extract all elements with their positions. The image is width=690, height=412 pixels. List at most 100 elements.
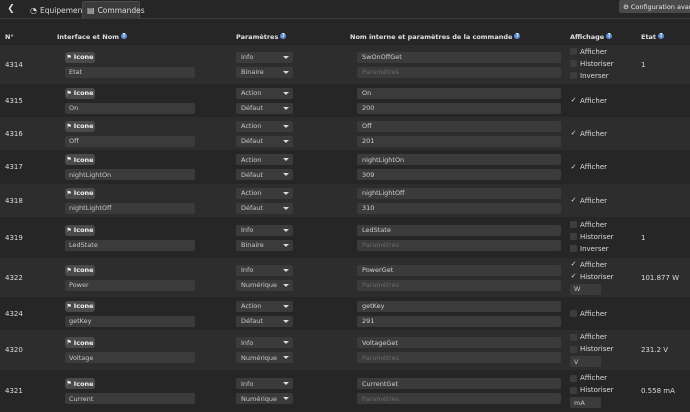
checkbox[interactable] [570, 72, 577, 79]
command-name-input[interactable]: nightLightOff [65, 202, 195, 214]
help-icon[interactable]: ? [658, 33, 665, 39]
type-select[interactable]: Action [236, 154, 293, 165]
subtype-select[interactable]: Binaire [236, 239, 293, 251]
logical-id-input[interactable]: SwOnOffGet [357, 51, 561, 63]
logical-id-input[interactable]: nightLightOn [357, 154, 561, 165]
logical-id-input[interactable]: VoltageGet [357, 337, 561, 348]
back-arrow-icon[interactable]: ❮ [6, 4, 16, 14]
checkbox[interactable] [570, 60, 577, 67]
checkbox[interactable] [570, 386, 577, 394]
type-select[interactable]: Info [236, 264, 293, 276]
unit-input[interactable]: mA [570, 397, 601, 408]
command-name-input[interactable]: Off [65, 135, 195, 147]
afficher-checkbox[interactable]: ✓ Afficher [570, 260, 607, 270]
afficher-checkbox[interactable]: Afficher [570, 220, 607, 230]
command-name-input[interactable]: Power [65, 279, 195, 291]
icon-button[interactable]: ⚑ Icone [65, 300, 95, 312]
inverser-checkbox[interactable]: Inverser [570, 71, 609, 81]
icon-button[interactable]: ⚑ Icone [65, 337, 95, 348]
checkbox[interactable] [570, 221, 577, 228]
icon-button[interactable]: ⚑ Icone [65, 264, 95, 276]
unit-input[interactable]: W [570, 283, 601, 295]
checkbox[interactable] [570, 310, 577, 317]
subtype-select[interactable]: Défaut [236, 135, 293, 147]
subtype-select[interactable]: Numérique [236, 393, 293, 404]
command-name-input[interactable]: LedState [65, 239, 195, 251]
subtype-select[interactable]: Binaire [236, 66, 293, 78]
logical-id-input[interactable]: nightLightOff [357, 187, 561, 199]
help-icon[interactable]: ? [606, 33, 613, 39]
afficher-checkbox[interactable]: ✓ Afficher [570, 162, 607, 172]
icon-button[interactable]: ⚑ Icone [65, 87, 95, 99]
icon-button[interactable]: ⚑ Icone [65, 120, 95, 132]
unit-input[interactable]: V [570, 356, 601, 367]
checkbox[interactable] [570, 245, 577, 252]
historiser-checkbox[interactable]: Historiser [570, 385, 614, 395]
subtype-select[interactable]: Défaut [236, 102, 293, 114]
command-param-input[interactable]: 200 [357, 102, 561, 114]
subtype-select[interactable]: Défaut [236, 315, 293, 327]
logical-id-input[interactable]: CurrentGet [357, 378, 561, 389]
historiser-checkbox[interactable]: Historiser [570, 59, 614, 69]
subtype-select[interactable]: Défaut [236, 169, 293, 180]
tab-equipement[interactable]: ◔ Equipement [26, 1, 89, 19]
help-icon[interactable]: ? [280, 33, 287, 39]
checkbox[interactable] [570, 48, 577, 55]
command-param-input[interactable]: 310 [357, 202, 561, 214]
command-name-input[interactable]: nightLightOn [65, 169, 195, 180]
historiser-checkbox[interactable]: ✓ Historiser [570, 272, 614, 282]
checkbox[interactable] [570, 233, 577, 240]
logical-id-input[interactable]: On [357, 87, 561, 99]
afficher-checkbox[interactable]: ✓ Afficher [570, 129, 607, 139]
command-name-input[interactable]: Current [65, 393, 195, 404]
command-param-input[interactable]: Paramètres [357, 393, 561, 404]
icon-button[interactable]: ⚑ Icone [65, 154, 95, 165]
command-param-input[interactable]: 201 [357, 135, 561, 147]
icon-button[interactable]: ⚑ Icone [65, 51, 95, 63]
command-name-input[interactable]: On [65, 102, 195, 114]
afficher-checkbox[interactable]: Afficher [570, 373, 607, 383]
icon-button[interactable]: ⚑ Icone [65, 378, 95, 389]
advanced-config-button[interactable]: ⚙ Configuration avancée [619, 0, 690, 13]
help-icon[interactable]: ? [120, 33, 127, 39]
type-select[interactable]: Action [236, 300, 293, 312]
afficher-checkbox[interactable]: Afficher [570, 332, 607, 342]
command-name-input[interactable]: Voltage [65, 352, 195, 363]
icon-button[interactable]: ⚑ Icone [65, 187, 95, 199]
checkbox[interactable] [570, 345, 577, 353]
type-select[interactable]: Action [236, 187, 293, 199]
command-param-input[interactable]: Paramètres [357, 352, 561, 363]
afficher-checkbox[interactable]: Afficher [570, 47, 607, 57]
command-param-input[interactable]: Paramètres [357, 66, 561, 78]
checkbox[interactable] [570, 333, 577, 341]
historiser-checkbox[interactable]: Historiser [570, 344, 614, 354]
afficher-checkbox[interactable]: Afficher [570, 309, 607, 319]
icon-button[interactable]: ⚑ Icone [65, 224, 95, 236]
logical-id-input[interactable]: LedState [357, 224, 561, 236]
type-select[interactable]: Info [236, 337, 293, 348]
subtype-select[interactable]: Numérique [236, 279, 293, 291]
type-select[interactable]: Action [236, 87, 293, 99]
help-icon[interactable]: ? [514, 33, 521, 39]
command-param-input[interactable]: 309 [357, 169, 561, 180]
historiser-checkbox[interactable]: Historiser [570, 232, 614, 242]
command-param-input[interactable]: Paramètres [357, 279, 561, 291]
command-name-input[interactable]: Etat [65, 66, 195, 78]
subtype-select[interactable]: Numérique [236, 352, 293, 363]
command-name-input[interactable]: getKey [65, 315, 195, 327]
command-param-input[interactable]: 291 [357, 315, 561, 327]
logical-id-input[interactable]: PowerGet [357, 264, 561, 276]
inverser-checkbox[interactable]: Inverser [570, 244, 609, 254]
checkbox[interactable] [570, 374, 577, 382]
logical-id-input[interactable]: Off [357, 120, 561, 132]
logical-id-input[interactable]: getKey [357, 300, 561, 312]
type-select[interactable]: Action [236, 120, 293, 132]
afficher-checkbox[interactable]: ✓ Afficher [570, 96, 607, 106]
command-param-input[interactable]: Paramètres [357, 239, 561, 251]
afficher-checkbox[interactable]: ✓ Afficher [570, 196, 607, 206]
tab-commandes[interactable]: ▤ Commandes [82, 1, 145, 19]
subtype-select[interactable]: Défaut [236, 202, 293, 214]
type-select[interactable]: Info [236, 224, 293, 236]
type-select[interactable]: Info [236, 51, 293, 63]
type-select[interactable]: Info [236, 378, 293, 389]
